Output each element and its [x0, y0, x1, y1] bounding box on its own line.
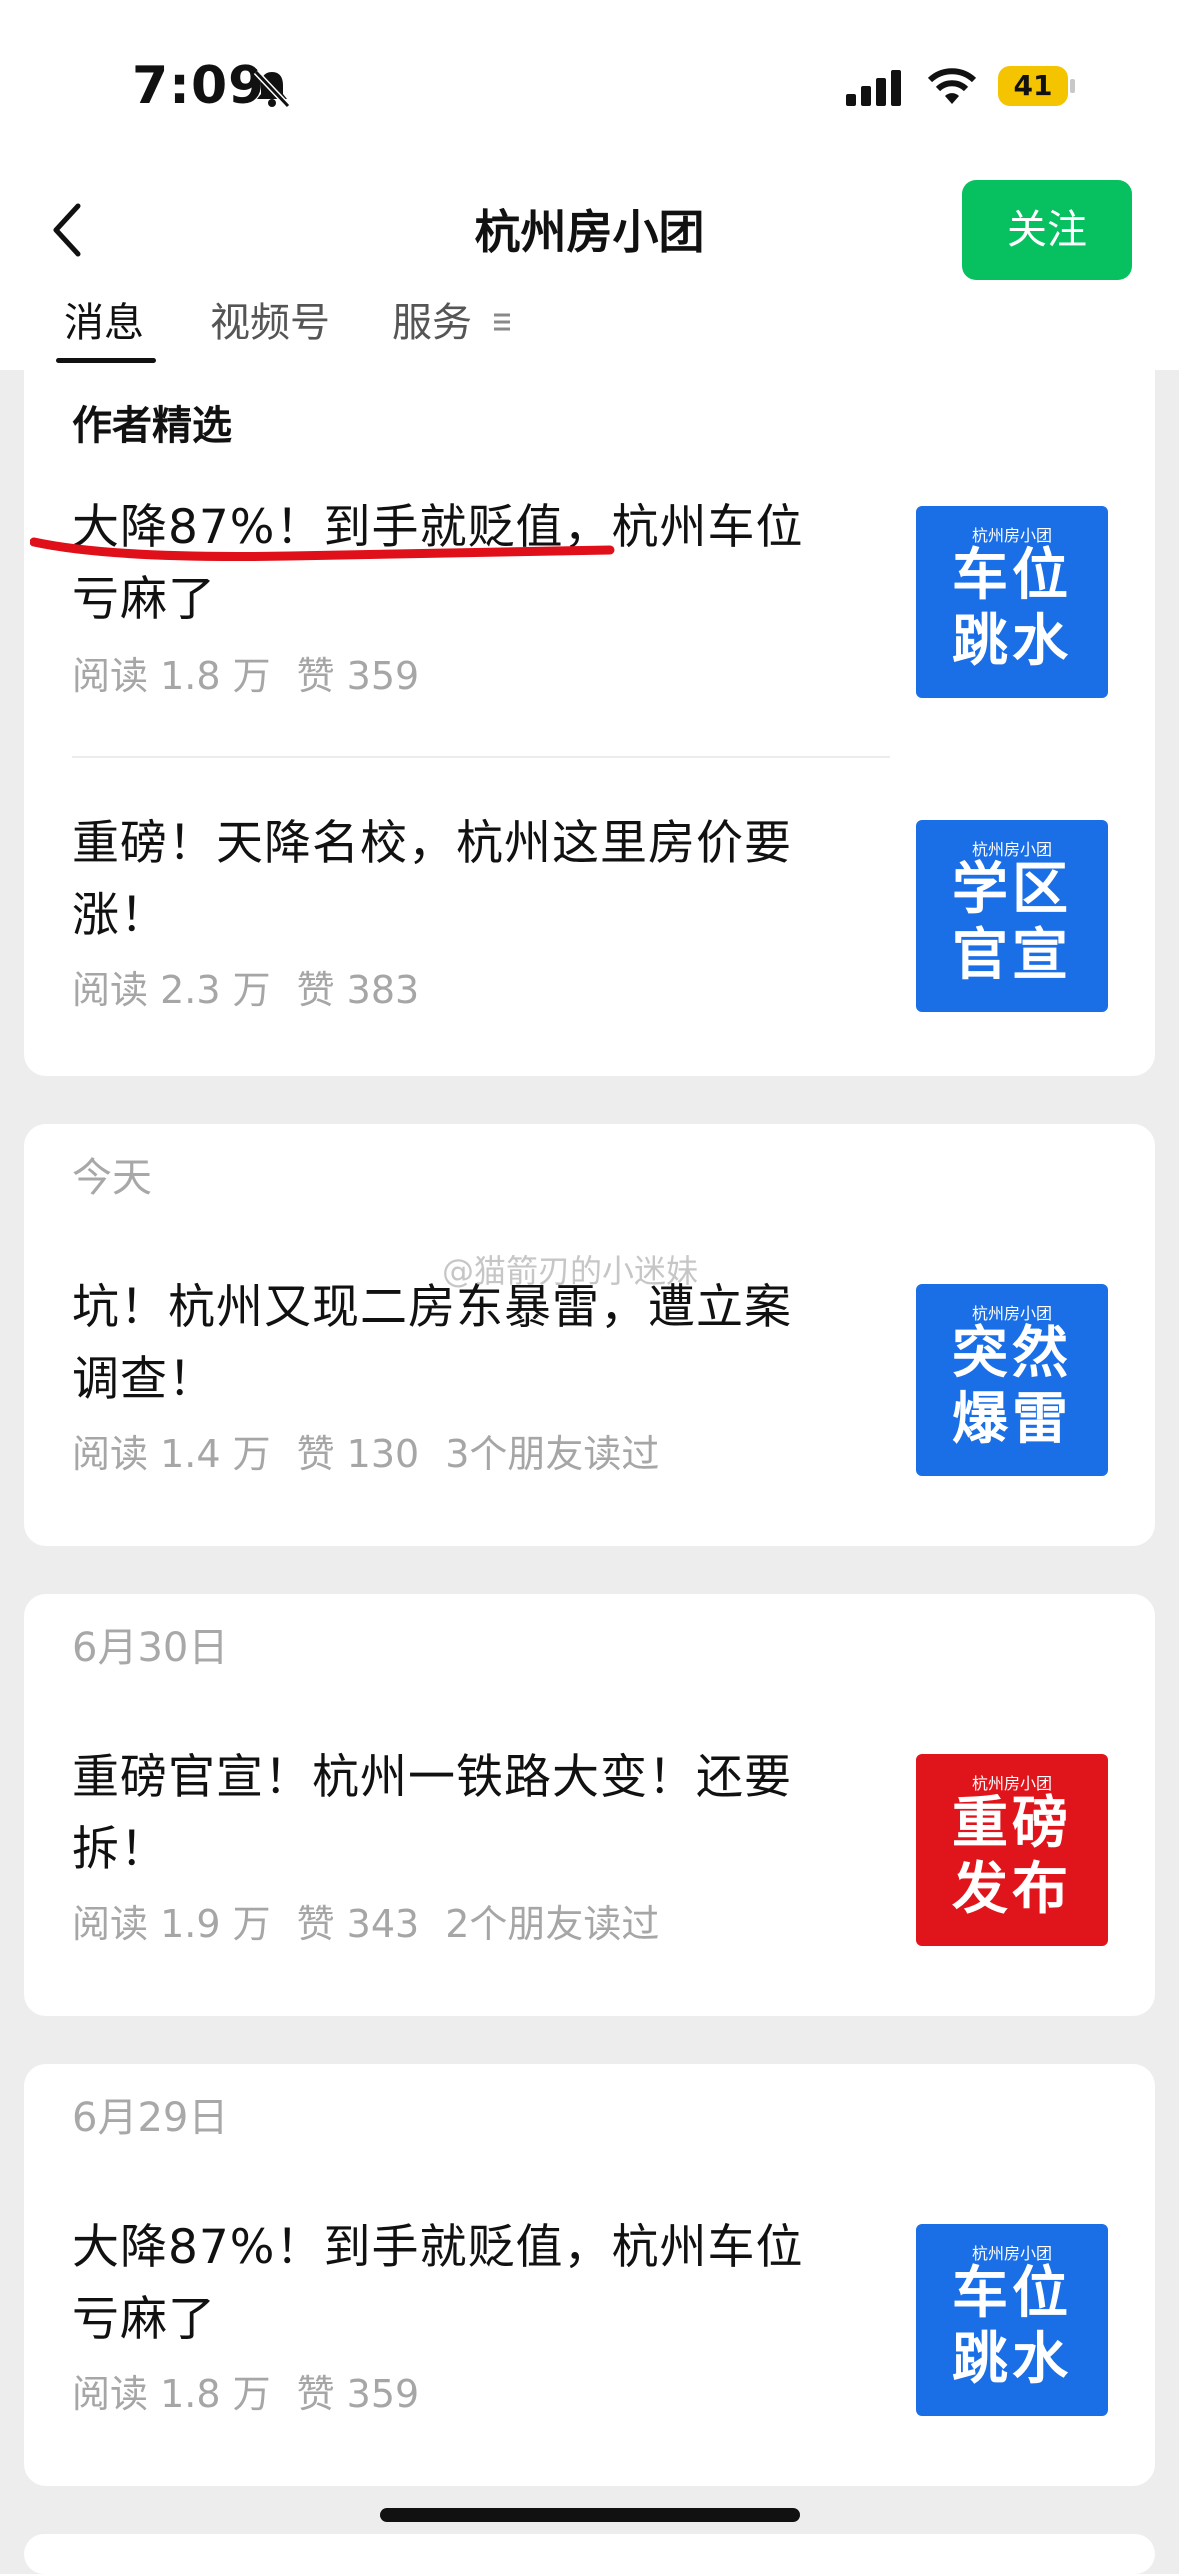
thumbnail-text: 重磅 — [952, 1791, 1072, 1856]
thumbnail-text: 爆雷 — [952, 1387, 1072, 1452]
read-count: 阅读 2.3 万 — [72, 968, 271, 1012]
article-thumbnail[interactable]: 杭州房小团 车位 跳水 — [916, 2224, 1108, 2416]
article-title-line: 涨！ — [72, 888, 168, 943]
date-label: 6月29日 — [72, 2095, 229, 2141]
status-time: 7:09 — [132, 56, 266, 116]
battery-cap — [1070, 79, 1075, 93]
thumbnail-text: 跳水 — [952, 609, 1072, 674]
article-meta: 阅读 1.4 万赞 130 3个朋友读过 — [72, 1428, 685, 1480]
feed-card: 今天 坑！杭州又现二房东暴雷，遭立案 调查！ 阅读 1.4 万赞 130 3个朋友… — [24, 1124, 1155, 1546]
like-count: 赞 359 — [296, 654, 420, 698]
article-title-line: 重磅！天降名校，杭州这里房价要 — [72, 816, 792, 871]
like-count: 赞 343 — [296, 1902, 420, 1946]
article-title-line: 调查！ — [72, 1352, 216, 1407]
menu-lines-icon[interactable] — [492, 307, 512, 337]
article-title-line: 重磅官宣！杭州一铁路大变！还要 — [72, 1750, 792, 1805]
thumbnail-text: 突然 — [952, 1321, 1072, 1386]
bell-slash-icon — [253, 69, 291, 109]
active-tab-indicator — [56, 358, 156, 363]
article-thumbnail[interactable]: 杭州房小团 突然 爆雷 — [916, 1284, 1108, 1476]
article-thumbnail[interactable]: 杭州房小团 重磅 发布 — [916, 1754, 1108, 1946]
thumbnail-text: 发布 — [952, 1857, 1072, 1922]
read-count: 阅读 1.4 万 — [72, 1432, 271, 1476]
feed-card: 6月30日 重磅官宣！杭州一铁路大变！还要 拆！ 阅读 1.9 万赞 343 2个… — [24, 1594, 1155, 2016]
read-count: 阅读 1.8 万 — [72, 2372, 271, 2416]
thumbnail-text: 跳水 — [952, 2327, 1072, 2392]
thumbnail-text: 车位 — [952, 543, 1072, 608]
article-title-line: 亏麻了 — [72, 2292, 216, 2347]
battery-icon: 41 — [998, 66, 1076, 106]
article-title[interactable]: 重磅！天降名校，杭州这里房价要 涨！ — [72, 808, 872, 952]
article-title[interactable]: 重磅官宣！杭州一铁路大变！还要 拆！ — [72, 1742, 872, 1886]
watermark: @猫箭刃的小迷妹 — [442, 1252, 699, 1290]
article-meta: 阅读 2.3 万赞 383 — [72, 964, 445, 1016]
article-meta: 阅读 1.8 万赞 359 — [72, 2368, 445, 2420]
header: 杭州房小团 关注 消息 视频号 服务 — [0, 170, 1179, 370]
battery-level: 41 — [1013, 69, 1053, 102]
article-thumbnail[interactable]: 杭州房小团 车位 跳水 — [916, 506, 1108, 698]
tab-bar: 消息 视频号 服务 — [0, 288, 1179, 370]
article-meta: 阅读 1.9 万赞 343 2个朋友读过 — [72, 1898, 685, 1950]
status-bar: 7:09 41 — [0, 0, 1179, 170]
thumbnail-text: 学区 — [952, 857, 1072, 922]
thumbnail-text: 官宣 — [952, 923, 1072, 988]
section-title: 作者精选 — [72, 403, 232, 449]
wifi-icon — [927, 68, 977, 104]
like-count: 赞 383 — [296, 968, 420, 1012]
read-count: 阅读 1.9 万 — [72, 1902, 271, 1946]
article-title-line: 亏麻了 — [72, 572, 216, 627]
friends-read: 3个朋友读过 — [445, 1432, 660, 1476]
featured-card: 作者精选 大降87%！到手就贬值，杭州车位 亏麻了 阅读 1.8 万赞 359 … — [24, 370, 1155, 1076]
like-count: 赞 130 — [296, 1432, 420, 1476]
article-thumbnail[interactable]: 杭州房小团 学区 官宣 — [916, 820, 1108, 1012]
feed-card-partial — [24, 2534, 1155, 2574]
tab-services[interactable]: 服务 — [392, 288, 472, 358]
tab-messages[interactable]: 消息 — [64, 288, 144, 358]
article-title[interactable]: 坑！杭州又现二房东暴雷，遭立案 调查！ — [72, 1272, 872, 1416]
article-meta: 阅读 1.8 万赞 359 — [72, 650, 445, 702]
date-label: 6月30日 — [72, 1625, 229, 1671]
feed-card: 6月29日 大降87%！到手就贬值，杭州车位 亏麻了 阅读 1.8 万赞 359… — [24, 2064, 1155, 2486]
article-title[interactable]: 大降87%！到手就贬值，杭州车位 亏麻了 — [72, 2212, 872, 2356]
follow-button[interactable]: 关注 — [962, 180, 1132, 280]
signal-icon — [846, 70, 901, 106]
article-title-line: 大降87%！到手就贬值，杭州车位 — [72, 2220, 804, 2275]
friends-read: 2个朋友读过 — [445, 1902, 660, 1946]
thumbnail-text: 车位 — [952, 2261, 1072, 2326]
red-underline-annotation — [30, 537, 615, 561]
tab-channels[interactable]: 视频号 — [210, 288, 330, 358]
divider — [72, 756, 890, 758]
article-title-line: 拆！ — [72, 1822, 168, 1877]
home-indicator[interactable] — [380, 2508, 800, 2522]
read-count: 阅读 1.8 万 — [72, 654, 271, 698]
date-label: 今天 — [72, 1155, 152, 1201]
like-count: 赞 359 — [296, 2372, 420, 2416]
